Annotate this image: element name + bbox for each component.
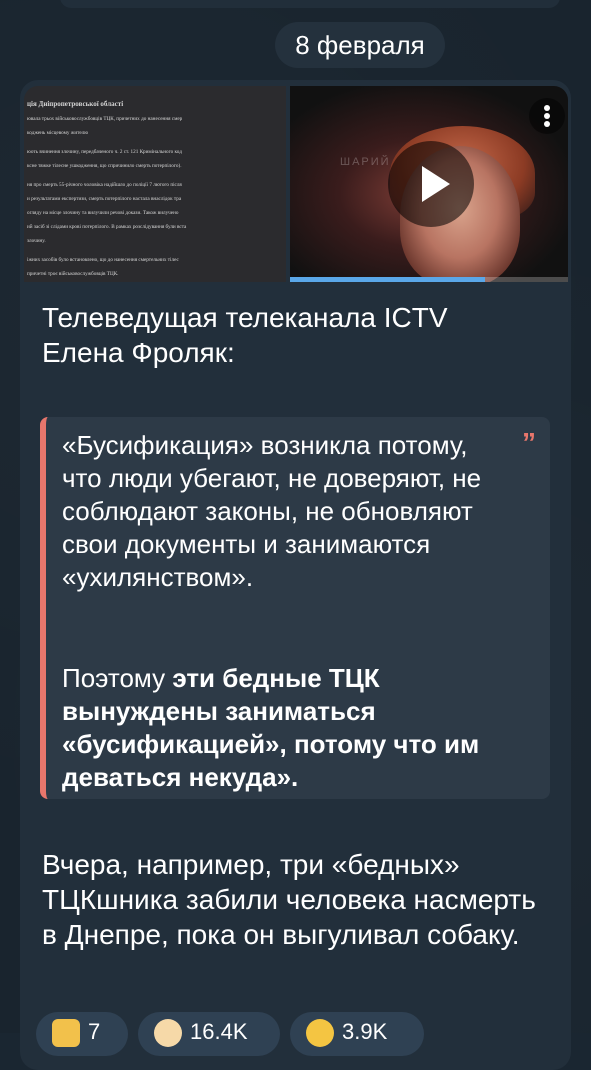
- thumbs-up-icon: [52, 1019, 80, 1047]
- reaction-count: 16.4K: [190, 1019, 248, 1044]
- previous-message-bubble[interactable]: [60, 0, 560, 8]
- reaction-count: 7: [88, 1019, 100, 1044]
- document-text-line: причетні троє військовослужбовців ТЦК.: [27, 271, 118, 277]
- video-watermark: ШАРИЙ: [340, 156, 391, 168]
- date-separator: 8 февраля: [275, 22, 445, 68]
- document-text-line: огляду на місце злочину та вилучили речо…: [27, 210, 178, 216]
- message-outro: Вчера, например, три «бедных» ТЦКшника з…: [42, 847, 542, 952]
- crying-face-icon: [306, 1019, 334, 1047]
- video-thumbnail[interactable]: ШАРИЙ: [290, 86, 568, 282]
- quote-paragraph-2: Поэтому эти бедные ТЦК вынуждены занимат…: [62, 662, 502, 794]
- document-text-line: и результатами експертизи, смерть потерп…: [27, 196, 181, 202]
- document-text-line: ий засіб зі слідами крові потерпілого. В…: [27, 224, 186, 230]
- message-intro: Телеведущая телеканала ICTV Елена Фроляк…: [42, 300, 542, 370]
- clown-face-icon: [154, 1019, 182, 1047]
- more-options-icon[interactable]: [529, 98, 565, 134]
- quote-paragraph-1: «Бусификация» возникла потому, что люди …: [62, 429, 502, 594]
- reaction-crying[interactable]: 3.9K: [290, 1012, 424, 1056]
- document-text-line: злочину.: [27, 238, 46, 244]
- document-text-line: ювала трьох військовослужбовців ТЦК, при…: [27, 116, 182, 122]
- document-text-line: ксне тяжке тілесне ушкодження, що спричи…: [27, 163, 182, 169]
- intro-line-2: Елена Фроляк:: [42, 335, 542, 370]
- intro-line-1: Телеведущая телеканала ICTV: [42, 300, 542, 335]
- document-text-line: іжних засобів було встановлено, що до на…: [27, 257, 179, 263]
- blockquote: ” «Бусификация» возникла потому, что люд…: [40, 417, 550, 799]
- play-icon[interactable]: [388, 141, 474, 227]
- document-text-line: юоть вчинення злочину, передбаченого ч. …: [27, 149, 182, 155]
- reaction-count: 3.9K: [342, 1019, 387, 1044]
- document-text-line: ня про смерть 55-річного чоловіка надійш…: [27, 182, 182, 188]
- video-progress-fill: [290, 277, 485, 282]
- quote-mark-icon: ”: [522, 429, 536, 457]
- document-photo[interactable]: ція Дніпропетровської області ювала трьох…: [24, 86, 286, 282]
- document-text-line: коджень місцевому жителю: [27, 130, 88, 136]
- reaction-thumbs-up[interactable]: 7: [36, 1012, 128, 1056]
- quote-plain-text: Поэтому: [62, 663, 172, 693]
- reaction-clown[interactable]: 16.4K: [138, 1012, 280, 1056]
- document-text-line: ція Дніпропетровської області: [27, 100, 123, 108]
- media-album: ція Дніпропетровської області ювала трьох…: [24, 86, 568, 282]
- video-progress-bar[interactable]: [290, 277, 568, 282]
